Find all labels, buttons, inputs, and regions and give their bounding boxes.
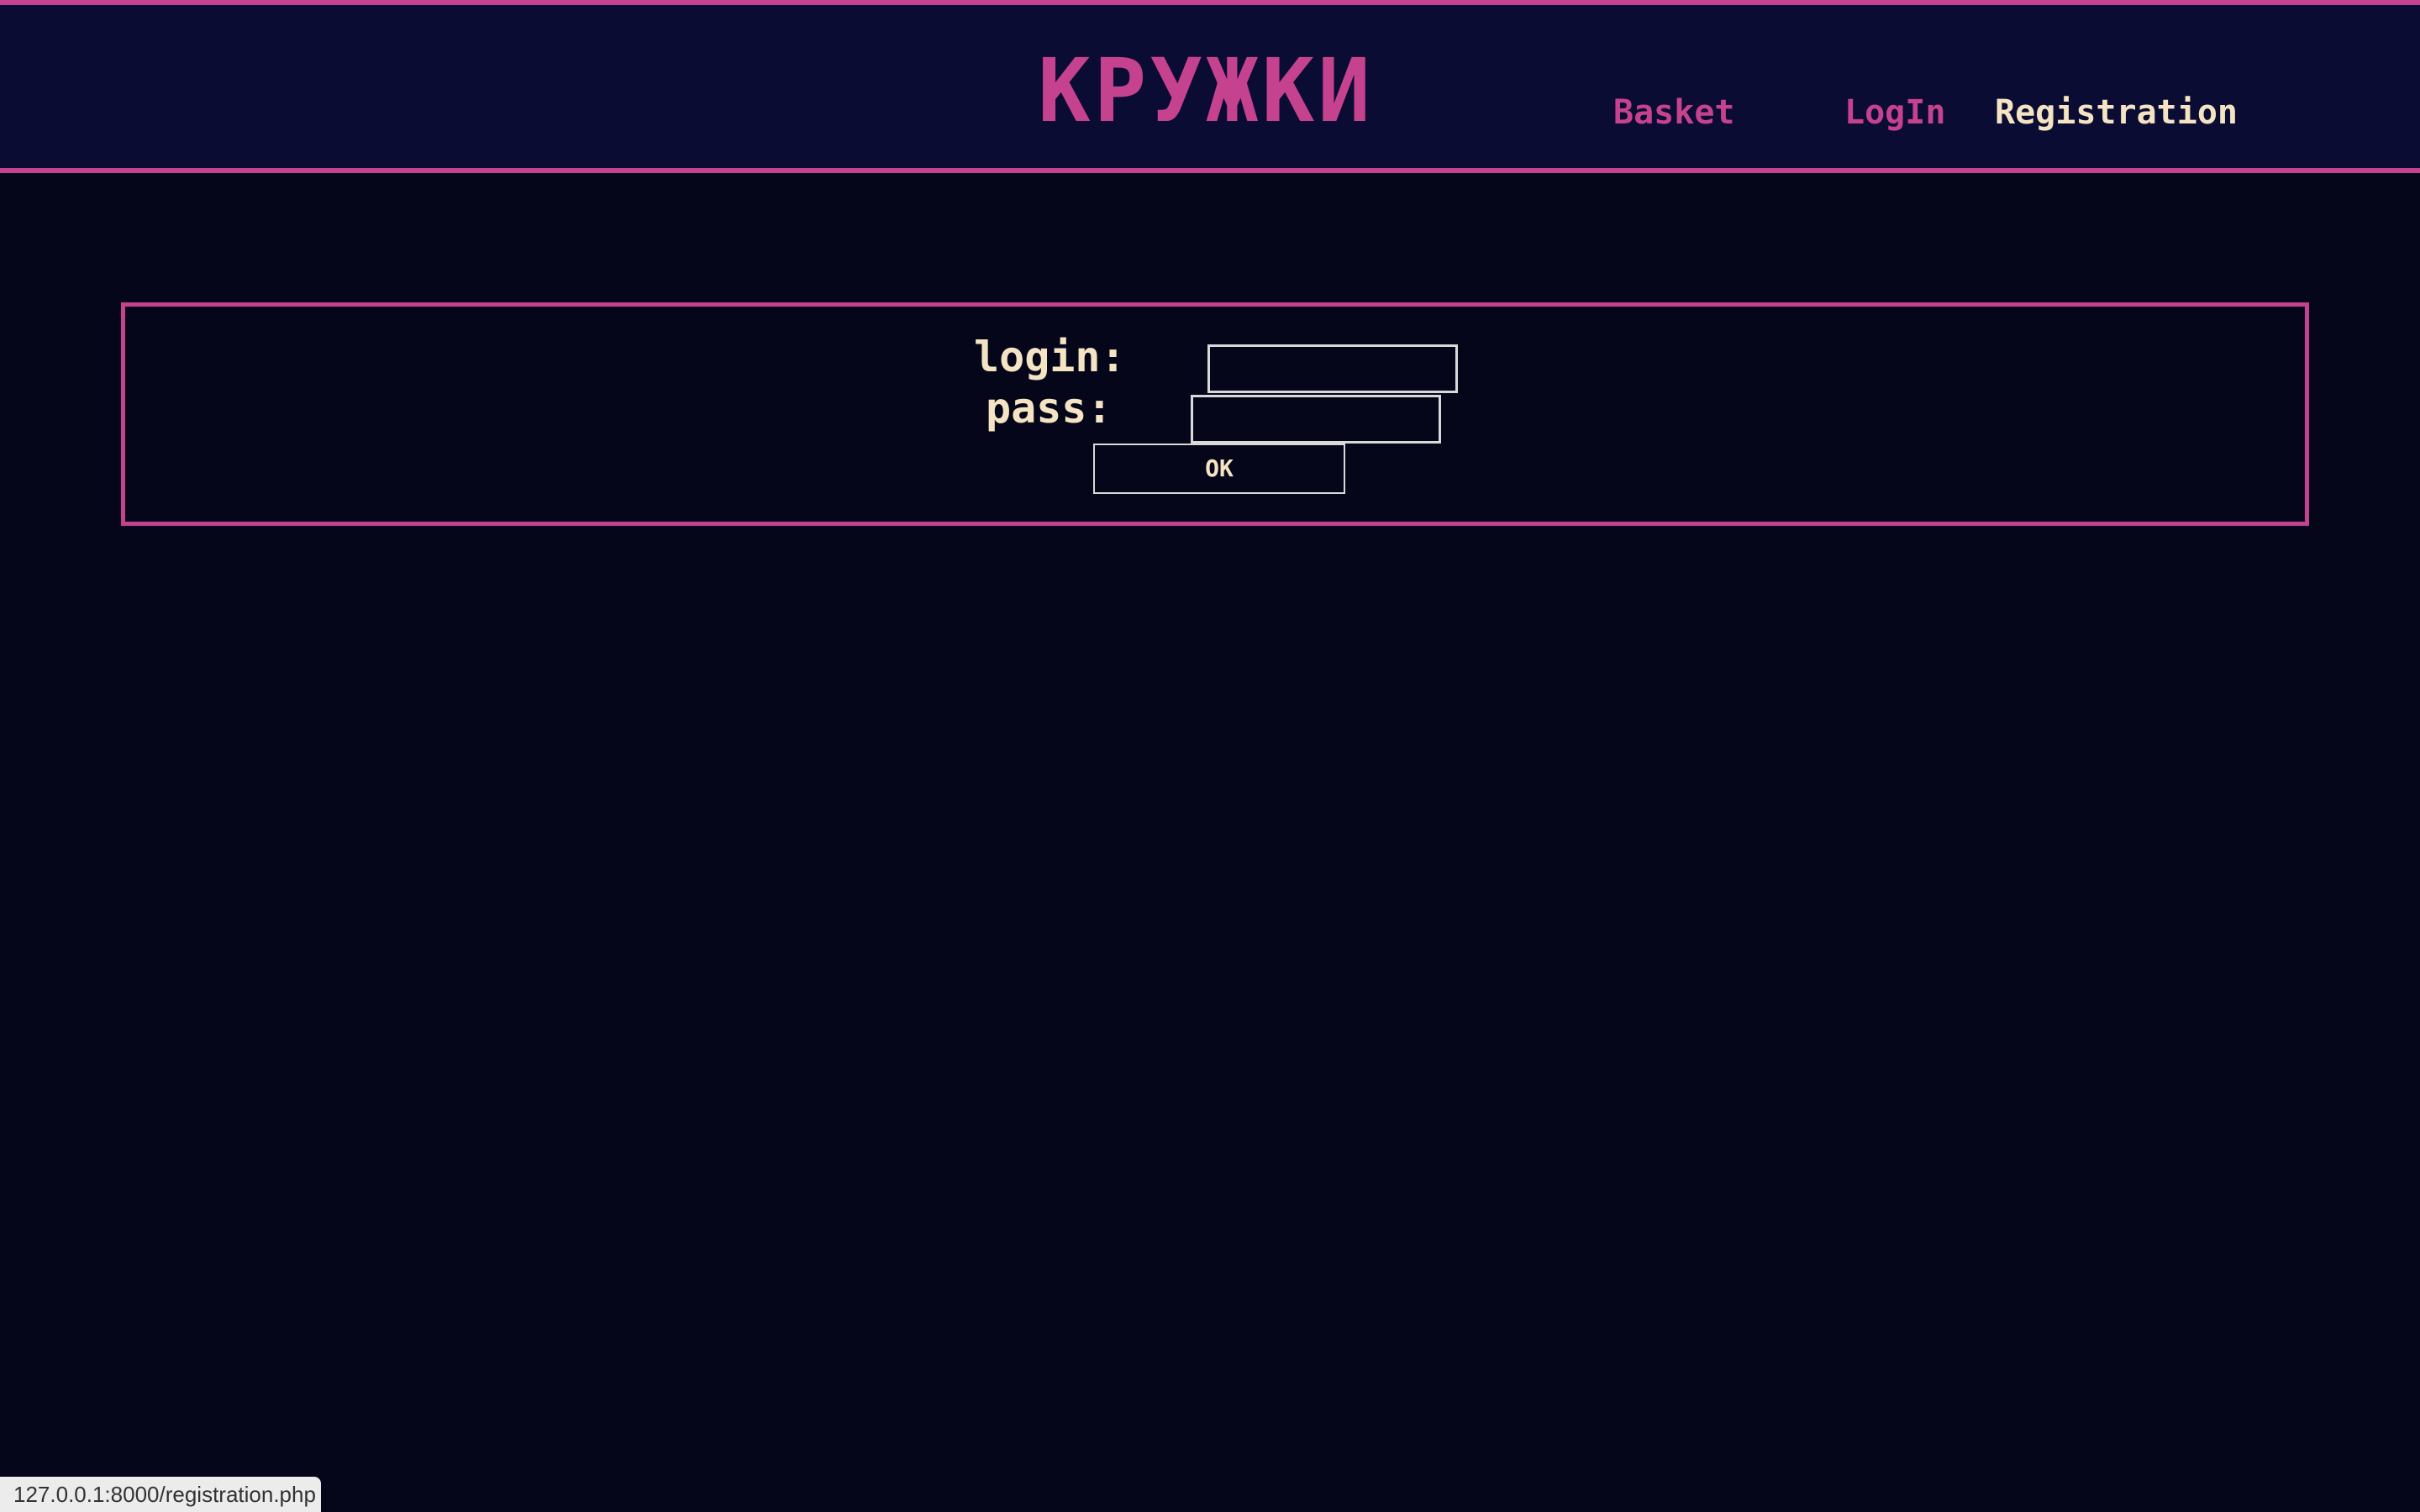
pass-input[interactable] (1191, 395, 1441, 444)
login-input[interactable] (1207, 344, 1458, 393)
status-bar-url: 127.0.0.1:8000/registration.php (0, 1477, 321, 1512)
nav-registration-link[interactable]: Registration (1995, 89, 2238, 136)
registration-form: login: pass: OK (121, 302, 2309, 526)
pass-label: pass: (986, 384, 1113, 433)
site-header: КРУЖКИ Basket LogIn Registration (0, 0, 2420, 173)
nav-login-link[interactable]: LogIn (1844, 89, 1945, 136)
nav-basket-link[interactable]: Basket (1613, 89, 1735, 136)
ok-button[interactable]: OK (1093, 444, 1345, 494)
site-logo[interactable]: КРУЖКИ (1000, 32, 1412, 150)
login-label: login: (974, 333, 1126, 381)
